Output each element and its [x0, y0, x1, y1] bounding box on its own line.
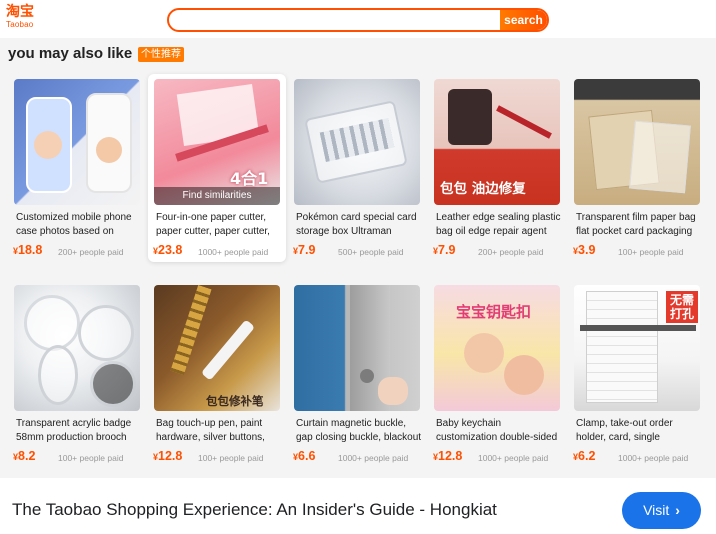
clear-bag-icon [629, 120, 691, 194]
product-image-paper-cutter: 4合1 Find similarities [154, 79, 280, 205]
product-name: Baby keychain customization double-sided… [436, 418, 558, 443]
product-image-card-box [294, 79, 420, 205]
overlay-text: 包包修补笔 [206, 394, 264, 408]
overlay-text: 包包 油边修复 [440, 181, 526, 197]
sold-count: 100+ people paid [198, 453, 264, 463]
search-bar: search [167, 8, 549, 32]
logo-english: Taobao [6, 20, 34, 29]
product-price: ¥6.6 [293, 449, 315, 463]
visit-label: Visit [643, 502, 670, 518]
product-price: ¥8.2 [13, 449, 35, 463]
product-price: ¥12.8 [433, 449, 462, 463]
sold-count: 1000+ people paid [198, 247, 269, 257]
sold-count: 100+ people paid [58, 453, 124, 463]
logo-chinese: 淘宝 [6, 4, 34, 20]
taobao-logo[interactable]: 淘宝 Taobao [6, 5, 46, 33]
product-name: Transparent acrylic badge 58mm productio… [16, 418, 132, 443]
product-name: Pokémon card special card storage box Ul… [296, 212, 417, 237]
section-title: you may also like [8, 45, 133, 62]
baby-photo-icon [504, 355, 544, 395]
product-card[interactable]: Transparent film paper bag flat pocket c… [568, 74, 706, 262]
product-card[interactable]: Curtain magnetic buckle, gap closing buc… [288, 280, 426, 468]
product-card[interactable]: 无需打孔 Clamp, take-out order holder, card,… [568, 280, 706, 468]
product-image-edge-paint: 包包 油边修复 [434, 79, 560, 205]
pen-icon [200, 319, 256, 381]
overlay-text: 无需打孔 [666, 291, 698, 323]
sold-count: 200+ people paid [478, 247, 544, 257]
product-image-paper-bag [574, 79, 700, 205]
product-card[interactable]: 包包修补笔 Bag touch-up pen, paint hardware, … [148, 280, 286, 468]
order-slips-icon [586, 291, 658, 403]
find-similarities-button[interactable]: Find similarities [154, 187, 280, 205]
search-input[interactable] [177, 10, 497, 30]
top-bar: 淘宝 Taobao search [0, 0, 716, 38]
price-value: 23.8 [158, 243, 183, 257]
product-card[interactable]: 包包 油边修复 Leather edge sealing plastic bag… [428, 74, 566, 262]
sold-count: 500+ people paid [338, 247, 404, 257]
product-image-phone-case [14, 79, 140, 205]
price-value: 7.9 [298, 243, 316, 257]
badge-disc-icon [38, 345, 78, 405]
product-name: Four-in-one paper cutter, paper cutter, … [156, 212, 270, 237]
baby-photo-icon [464, 333, 504, 373]
search-button[interactable]: search [500, 10, 547, 30]
taobao-screenshot: 淘宝 Taobao search you may also like 个性推荐 … [0, 0, 716, 478]
gold-chain-icon [170, 285, 212, 375]
chevron-right-icon: › [675, 502, 680, 518]
source-footer: The Taobao Shopping Experience: An Insid… [0, 478, 716, 534]
product-image-order-clamp: 无需打孔 [574, 285, 700, 411]
product-name: Transparent film paper bag flat pocket c… [576, 212, 696, 237]
price-value: 6.6 [298, 449, 316, 463]
product-price: ¥12.8 [153, 449, 182, 463]
product-card-hovered[interactable]: 4合1 Find similarities Four-in-one paper … [148, 74, 286, 262]
price-value: 12.8 [438, 449, 463, 463]
product-name: Leather edge sealing plastic bag oil edg… [436, 212, 561, 237]
product-image-keychain: 宝宝钥匙扣 [434, 285, 560, 411]
product-name: Bag touch-up pen, paint hardware, silver… [156, 418, 265, 443]
product-image-magnetic-buckle [294, 285, 420, 411]
sold-count: 1000+ people paid [478, 453, 549, 463]
product-image-touch-up-pen: 包包修补笔 [154, 285, 280, 411]
product-price: ¥7.9 [433, 243, 455, 257]
product-price: ¥3.9 [573, 243, 595, 257]
overlay-text: 4合1 [230, 169, 269, 188]
price-value: 3.9 [578, 243, 596, 257]
product-name: Clamp, take-out order holder, card, sing… [576, 418, 673, 443]
product-price: ¥18.8 [13, 243, 42, 257]
overlay-text: 宝宝钥匙扣 [456, 303, 532, 321]
product-price: ¥6.2 [573, 449, 595, 463]
price-value: 6.2 [578, 449, 596, 463]
price-value: 18.8 [18, 243, 43, 257]
sold-count: 100+ people paid [618, 247, 684, 257]
product-name: Curtain magnetic buckle, gap closing buc… [296, 418, 422, 443]
leather-bag-icon [448, 89, 492, 145]
badge-disc-icon [24, 295, 80, 351]
baby-photo-icon [96, 137, 122, 163]
product-card[interactable]: Transparent acrylic badge 58mm productio… [8, 280, 146, 468]
sold-count: 1000+ people paid [338, 453, 409, 463]
magnet-icon [360, 369, 374, 383]
product-card[interactable]: Pokémon card special card storage box Ul… [288, 74, 426, 262]
baby-photo-icon [34, 131, 62, 159]
product-card[interactable]: 宝宝钥匙扣 Baby keychain customization double… [428, 280, 566, 468]
source-title[interactable]: The Taobao Shopping Experience: An Insid… [12, 500, 497, 520]
product-image-acrylic-badge [14, 285, 140, 411]
price-value: 7.9 [438, 243, 456, 257]
product-name: Customized mobile phone case photos base… [16, 212, 132, 237]
hand-icon [378, 377, 408, 405]
clamp-rail-icon [580, 325, 696, 331]
badge-disc-icon [78, 305, 134, 361]
section-badge: 个性推荐 [138, 47, 184, 62]
product-card[interactable]: Customized mobile phone case photos base… [8, 74, 146, 262]
price-value: 12.8 [158, 449, 183, 463]
visit-button[interactable]: Visit › [622, 492, 701, 529]
price-value: 8.2 [18, 449, 36, 463]
paint-brush-icon [496, 105, 552, 139]
sold-count: 200+ people paid [58, 247, 124, 257]
sold-count: 1000+ people paid [618, 453, 689, 463]
product-price: ¥23.8 [153, 243, 182, 257]
product-price: ¥7.9 [293, 243, 315, 257]
badge-disc-icon [90, 361, 136, 407]
